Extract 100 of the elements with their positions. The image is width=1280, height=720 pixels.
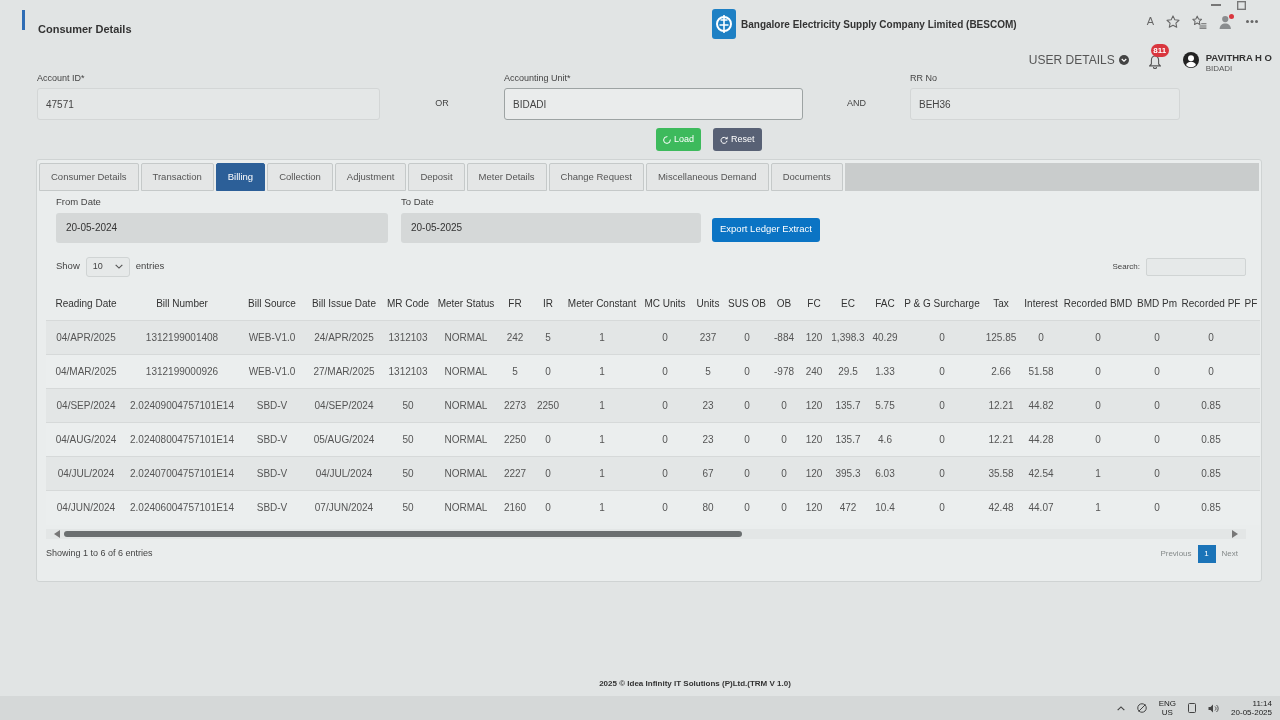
star-icon[interactable] <box>1166 14 1180 29</box>
table-cell: 1312199001408 <box>126 320 238 355</box>
table-cell: 0 <box>1180 354 1242 389</box>
export-ledger-button[interactable]: Export Ledger Extract <box>712 217 820 242</box>
user-details-menu[interactable]: USER DETAILS <box>1028 54 1129 66</box>
table-cell: 237 <box>690 320 726 355</box>
column-header: BMD Pm <box>1134 286 1180 321</box>
maximize-icon[interactable] <box>1237 0 1246 10</box>
table-cell: 2.02407004757101E14 <box>126 456 238 491</box>
table-cell: 44.82 <box>1020 388 1062 423</box>
table-cell: 6.03 <box>868 456 902 491</box>
more-icon[interactable] <box>1246 20 1258 23</box>
table-cell: -978 <box>768 354 800 389</box>
profile-icon[interactable] <box>1219 14 1234 29</box>
tab[interactable]: Meter Details <box>466 163 547 191</box>
table-cell: 23 <box>690 388 726 423</box>
accounting-unit-field[interactable]: BIDADI <box>504 88 803 120</box>
table-cell: 07/JUN/2024 <box>306 490 382 525</box>
table-cell: 5 <box>532 320 564 355</box>
column-header: MR Code <box>382 286 434 321</box>
table-cell: 1 <box>1062 490 1134 525</box>
spinner-icon <box>663 135 671 144</box>
table-cell: WEB-V1.0 <box>238 354 306 389</box>
column-header: SUS OB <box>726 286 768 321</box>
table-cell: 0 <box>726 320 768 355</box>
bell-icon[interactable] <box>1148 55 1161 69</box>
read-aloud-button[interactable]: A <box>1146 16 1154 27</box>
table-cell: 120 <box>800 422 828 457</box>
table-cell: 27/MAR/2025 <box>306 354 382 389</box>
page-button[interactable]: 1 <box>1197 544 1216 563</box>
table-cell: 80 <box>690 490 726 525</box>
scroll-left-arrow-icon[interactable] <box>54 529 60 538</box>
reset-button[interactable]: Reset <box>713 128 762 151</box>
table-cell: 0 <box>1134 354 1180 389</box>
tab[interactable]: Collection <box>267 163 333 191</box>
user-location: BIDADI <box>1205 63 1234 74</box>
table-cell: 50 <box>382 490 434 525</box>
slashed-circle-icon[interactable] <box>1136 703 1147 713</box>
tab[interactable]: Billing <box>215 163 266 191</box>
tab[interactable]: Consumer Details <box>39 163 139 191</box>
table-cell: 125.85 <box>982 320 1020 355</box>
table-cell: 1.33 <box>868 354 902 389</box>
table-cell: 0 <box>726 490 768 525</box>
table-cell: NORMAL <box>434 388 498 423</box>
field-label: Account ID* <box>37 74 86 83</box>
table-cell: 04/APR/2025 <box>46 320 126 355</box>
table-cell: NORMAL <box>434 422 498 457</box>
table-cell: 50 <box>382 456 434 491</box>
column-header: Recorded PF <box>1180 286 1242 321</box>
account-id-field[interactable]: 47571 <box>37 88 380 120</box>
table-cell: 2227 <box>498 456 532 491</box>
favorites-icon[interactable] <box>1192 14 1207 29</box>
tab[interactable]: Documents <box>770 163 843 191</box>
table-cell: 0 <box>640 422 690 457</box>
scrollbar-thumb[interactable] <box>64 530 742 537</box>
date-field[interactable]: 20-05-2025 <box>401 212 701 243</box>
tab[interactable]: Adjustment <box>334 163 407 191</box>
table-cell: 1 <box>564 422 640 457</box>
table-cell: 2250 <box>498 422 532 457</box>
table-cell: 0 <box>532 490 564 525</box>
table-cell: 29.5 <box>828 354 868 389</box>
table-cell: 04/SEP/2024 <box>46 388 126 423</box>
phone-icon[interactable] <box>1188 703 1197 713</box>
page-title: Consumer Details <box>38 22 132 37</box>
date-field[interactable]: 20-05-2024 <box>56 212 388 243</box>
table-cell: 12.21 <box>982 422 1020 457</box>
scroll-right-arrow-icon[interactable] <box>1232 529 1238 538</box>
table-cell: 04/AUG/2024 <box>46 422 126 457</box>
clock-time[interactable]: 11:14 <box>1252 699 1272 708</box>
page-size-select[interactable]: 10 <box>85 256 130 277</box>
language-text[interactable]: US <box>1161 708 1173 717</box>
chevron-up-icon[interactable] <box>1116 705 1125 711</box>
tab[interactable]: Transaction <box>140 163 214 191</box>
clock-date[interactable]: 20-05-2025 <box>1231 708 1272 717</box>
volume-icon[interactable] <box>1208 703 1220 713</box>
table-cell: 0 <box>1020 320 1062 355</box>
table-cell: 2160 <box>498 490 532 525</box>
table-cell: 135.7 <box>828 388 868 423</box>
rr-number-field[interactable]: BEH36 <box>910 88 1180 120</box>
column-header: FR <box>498 286 532 321</box>
horizontal-scrollbar[interactable] <box>46 528 1246 539</box>
table-cell: 0 <box>1134 490 1180 525</box>
search-field[interactable] <box>1146 257 1246 276</box>
accent-bar <box>22 10 25 30</box>
table-cell: 5 <box>690 354 726 389</box>
table-cell: 135.7 <box>828 422 868 457</box>
table-cell: 67 <box>690 456 726 491</box>
table-cell: 2273 <box>498 388 532 423</box>
table-cell: 04/MAR/2025 <box>46 354 126 389</box>
tab[interactable]: Miscellaneous Demand <box>645 163 769 191</box>
table-cell: 0 <box>1134 456 1180 491</box>
language-text[interactable]: ENG <box>1158 699 1177 708</box>
table-cell: 1 <box>564 320 640 355</box>
table-cell: 0 <box>902 388 982 423</box>
table-cell: 1312199000926 <box>126 354 238 389</box>
tab[interactable]: Deposit <box>408 163 465 191</box>
table-cell: 50 <box>382 388 434 423</box>
column-header: Reading Date <box>46 286 126 321</box>
table-cell: 04/SEP/2024 <box>306 388 382 423</box>
tab[interactable]: Change Request <box>548 163 644 191</box>
